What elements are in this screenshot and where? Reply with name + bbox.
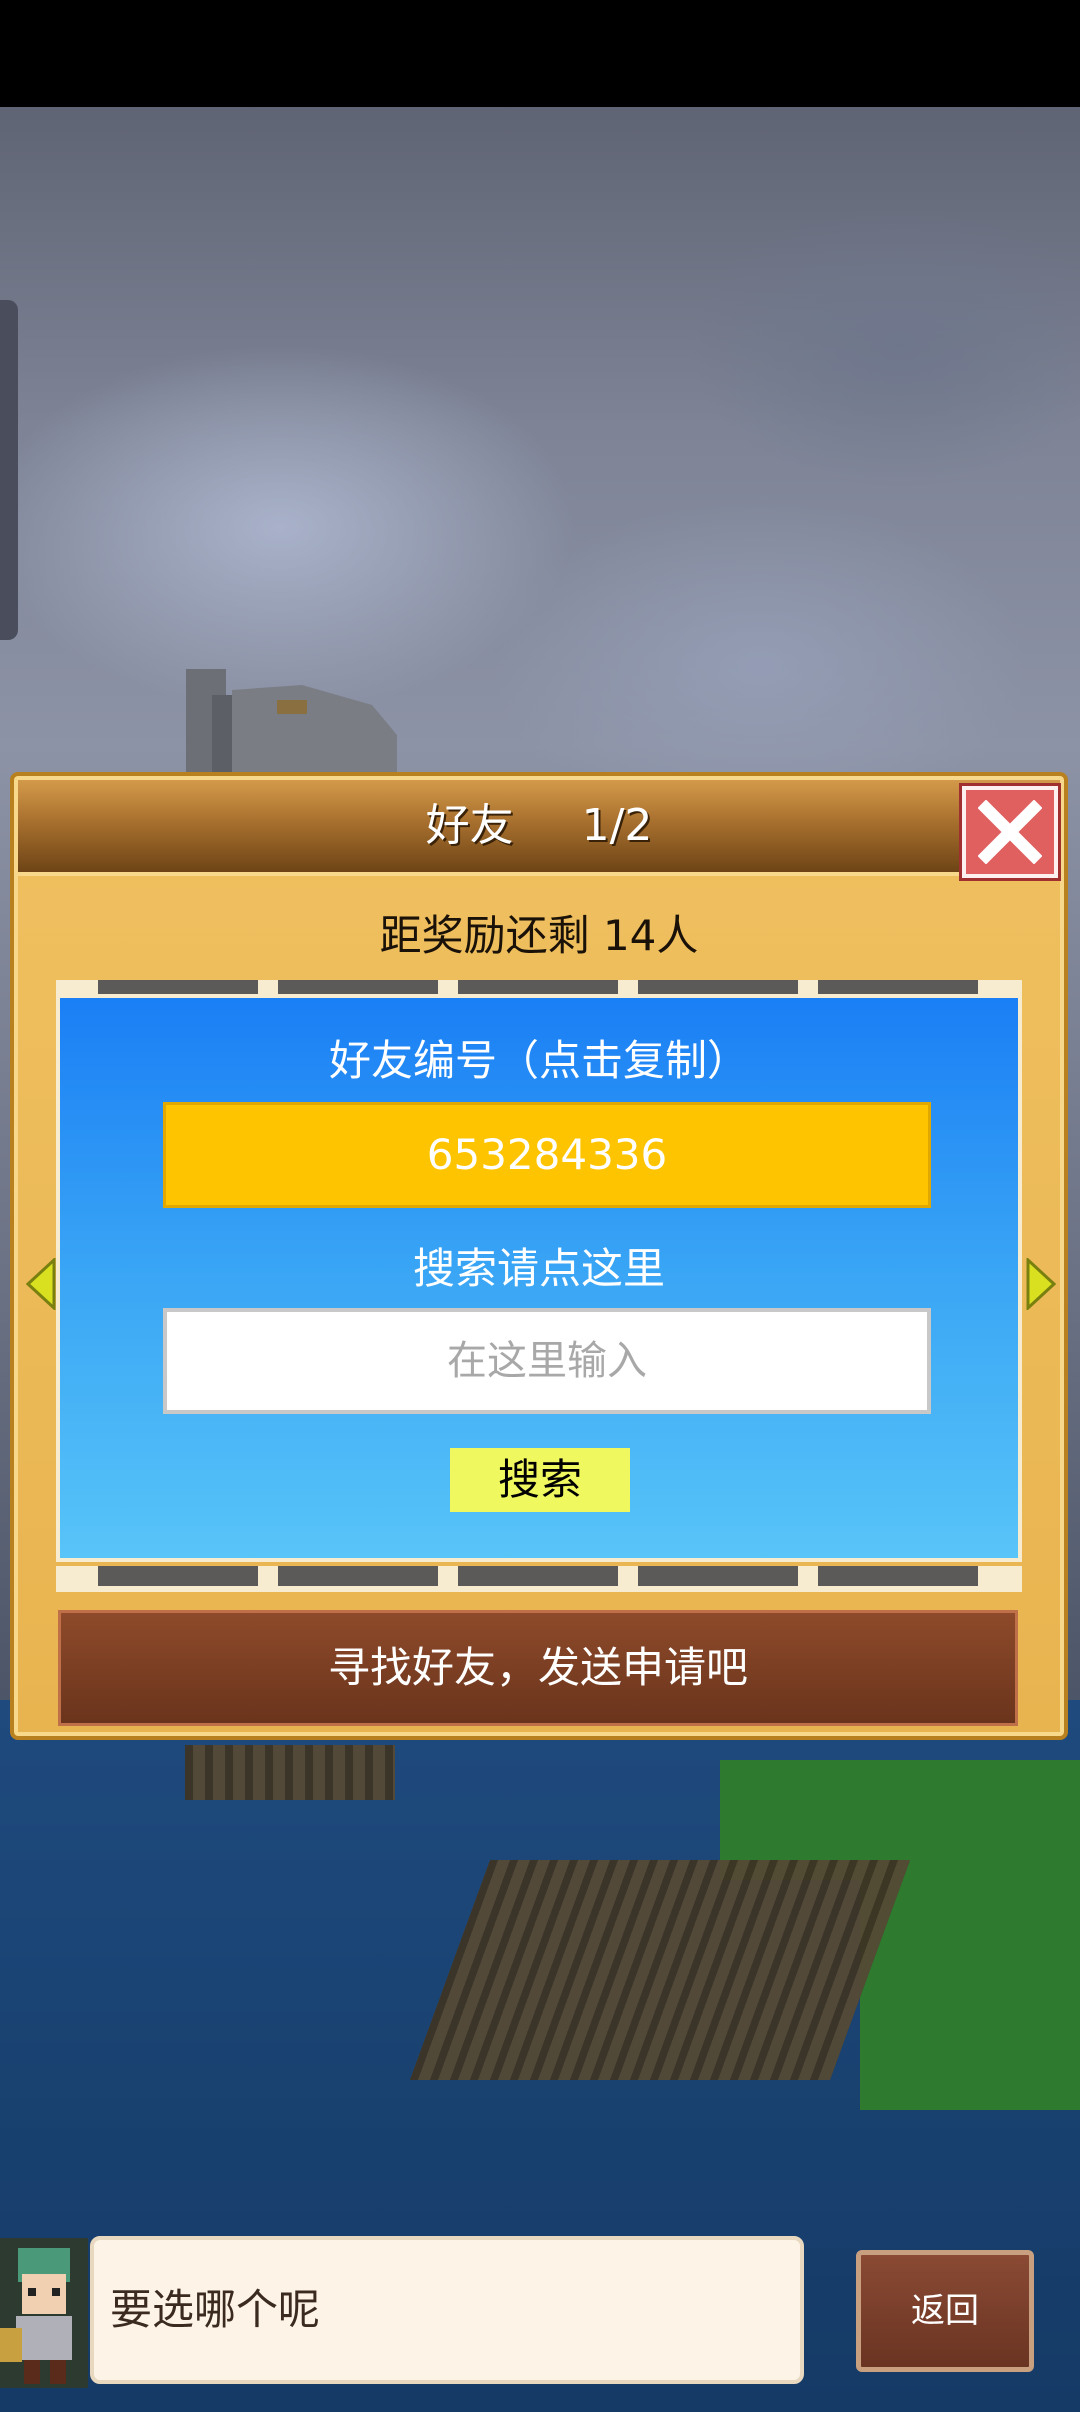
- character-avatar-icon: [0, 2238, 88, 2388]
- prev-page-arrow-icon[interactable]: [26, 1258, 56, 1310]
- status-bar: [0, 0, 1080, 107]
- reward-remaining-text: 距奖励还剩 14人: [379, 911, 699, 960]
- search-button[interactable]: 搜索: [450, 1448, 630, 1512]
- find-friends-button[interactable]: 寻找好友，发送申请吧: [58, 1610, 1018, 1726]
- grass-land: [860, 1880, 1080, 2110]
- close-icon: [978, 800, 1042, 864]
- speech-text: 要选哪个呢: [110, 2285, 321, 2334]
- friend-id-copy-button[interactable]: 653284336: [163, 1102, 931, 1208]
- tab-strip-bottom: [56, 1566, 1022, 1592]
- back-button[interactable]: 返回: [856, 2250, 1034, 2372]
- raft-small: [185, 1745, 395, 1800]
- side-drawer-handle[interactable]: [0, 300, 18, 640]
- friend-id-label: 好友编号（点击复制）: [328, 1036, 749, 1085]
- castle-ruin-icon: [186, 669, 397, 777]
- panel-title: 好友 1/2: [18, 780, 1060, 872]
- title-text: 好友: [425, 800, 514, 851]
- next-page-arrow-icon[interactable]: [1026, 1258, 1056, 1310]
- raft-large: [409, 1860, 911, 2080]
- game-screen: 好友 1/2 距奖励还剩 14人 好友编号（点击复制） 653284336 搜索…: [0, 0, 1080, 2412]
- page-indicator: 1/2: [581, 800, 653, 851]
- close-button[interactable]: [962, 786, 1058, 878]
- search-label: 搜索请点这里: [412, 1244, 665, 1293]
- panel-header: 好友 1/2: [18, 780, 1060, 876]
- friend-search-input[interactable]: [163, 1308, 931, 1414]
